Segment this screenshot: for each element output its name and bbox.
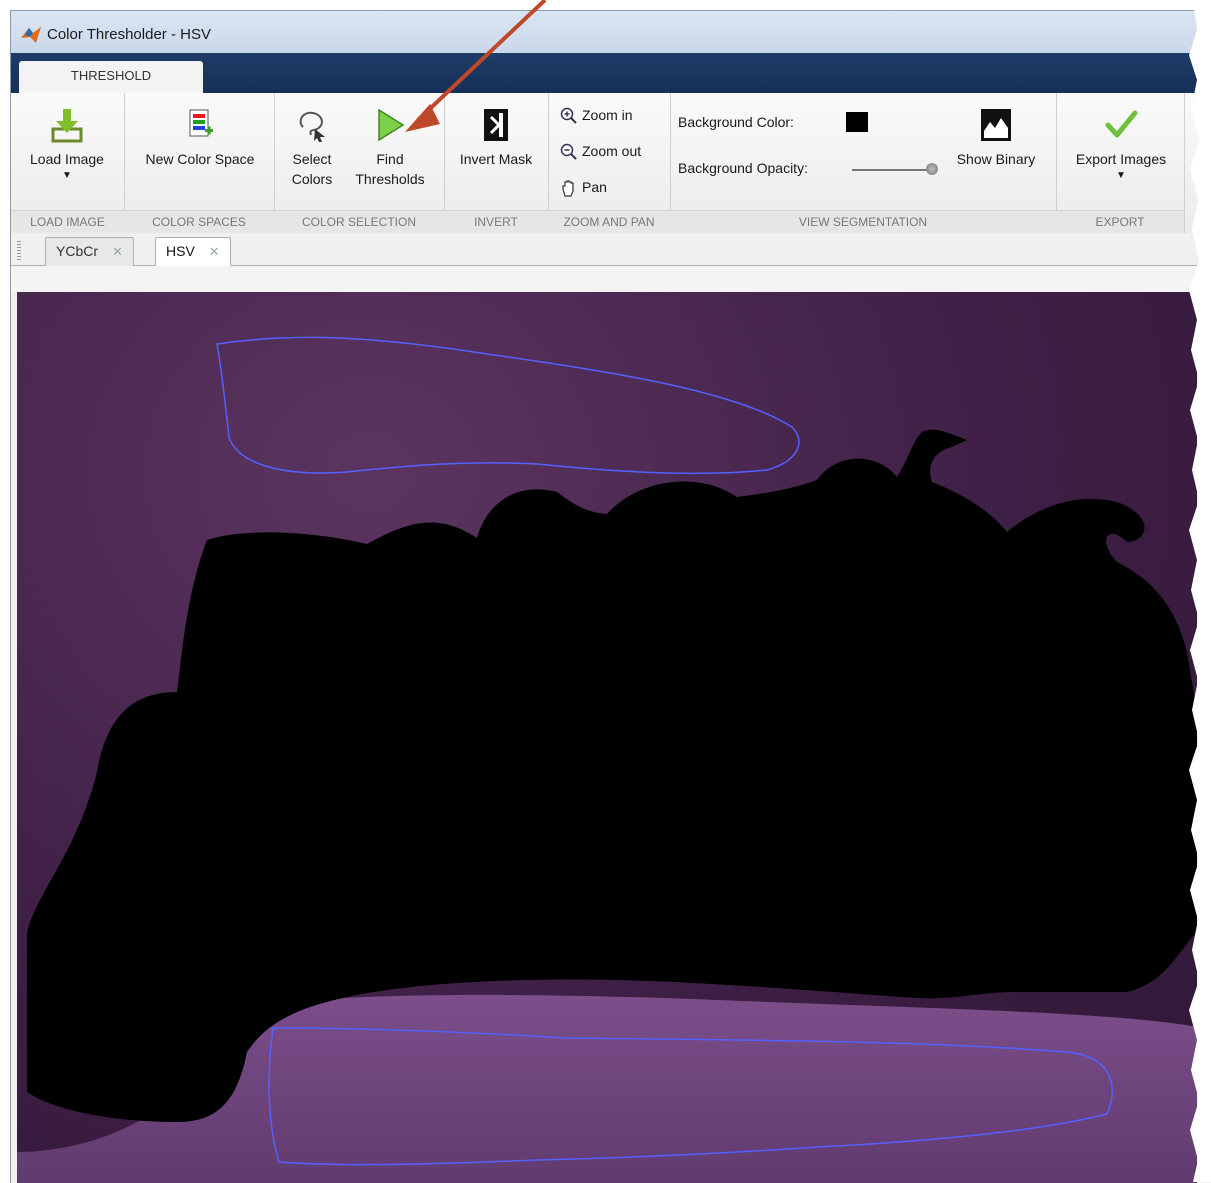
document-tabs: YCbCr ✕ HSV ✕ — [11, 233, 1211, 267]
doc-tab-label: YCbCr — [56, 243, 99, 259]
select-colors-button[interactable]: Select Colors — [282, 107, 342, 189]
doc-tab-label: HSV — [166, 243, 195, 259]
doc-tab-hsv[interactable]: HSV ✕ — [155, 237, 231, 267]
find-thresholds-label-1: Find — [376, 151, 404, 167]
new-color-space-label: New Color Space — [145, 151, 255, 167]
load-image-icon — [51, 109, 83, 143]
image-panel-header — [11, 266, 1211, 292]
pan-button[interactable]: Pan — [560, 175, 607, 199]
drag-grip-icon[interactable] — [17, 241, 21, 261]
section-zoom-and-pan: Zoom in Zoom out Pan ZOOM AND PAN — [548, 93, 671, 233]
binary-image-icon — [981, 109, 1011, 141]
segmented-image[interactable] — [17, 292, 1197, 1183]
section-label-export: EXPORT — [1056, 210, 1184, 233]
section-color-selection: Select Colors Find Thresholds COLOR SELE… — [274, 93, 445, 233]
invert-mask-button[interactable]: Invert Mask — [448, 107, 544, 169]
close-icon[interactable]: ✕ — [209, 244, 220, 259]
section-view-segmentation: Background Color: Background Opacity: Sh… — [670, 93, 1057, 233]
opacity-slider-thumb[interactable] — [926, 163, 938, 175]
section-label-color-spaces: COLOR SPACES — [124, 210, 274, 233]
chevron-down-icon: ▼ — [62, 170, 72, 181]
section-label-invert: INVERT — [444, 210, 548, 233]
opacity-slider[interactable] — [852, 163, 938, 175]
window-title: Color Thresholder - HSV — [47, 26, 211, 43]
zoom-out-button[interactable]: Zoom out — [560, 139, 641, 163]
export-images-label: Export Images — [1075, 151, 1167, 167]
roi-outline-top[interactable] — [216, 336, 800, 475]
ribbon-tabstrip: THRESHOLD — [11, 53, 1211, 93]
zoom-in-label: Zoom in — [582, 107, 633, 123]
background-opacity-label: Background Opacity: — [678, 160, 808, 176]
section-label-view-segmentation: VIEW SEGMENTATION — [670, 210, 1056, 233]
zoom-in-icon — [560, 108, 577, 125]
zoom-out-label: Zoom out — [582, 143, 642, 159]
section-export: Export Images ▼ EXPORT — [1056, 93, 1185, 233]
select-colors-label-1: Select — [292, 151, 332, 167]
show-binary-button[interactable]: Show Binary — [944, 107, 1048, 169]
play-icon — [378, 108, 405, 142]
segmentation-view — [17, 336, 1197, 1183]
close-icon[interactable]: ✕ — [112, 244, 123, 259]
color-thresholder-window: Color Thresholder - HSV THRESHOLD Load I… — [10, 10, 1211, 1183]
torn-edge — [1189, 0, 1211, 1182]
freehand-select-icon — [299, 111, 325, 142]
background-color-swatch[interactable] — [846, 112, 868, 132]
show-binary-label: Show Binary — [956, 151, 1036, 167]
section-load-image: Load Image ▼ LOAD IMAGE — [11, 93, 125, 233]
section-label-load-image: LOAD IMAGE — [11, 210, 124, 233]
section-color-spaces: New Color Space COLOR SPACES — [124, 93, 275, 233]
matlab-logo-icon — [21, 27, 41, 43]
background-color-label: Background Color: — [678, 114, 794, 130]
zoom-out-icon — [560, 144, 577, 161]
section-label-zoom-and-pan: ZOOM AND PAN — [548, 210, 670, 233]
load-image-button[interactable]: Load Image ▼ — [17, 107, 117, 183]
doc-tab-ycbcr[interactable]: YCbCr ✕ — [45, 237, 134, 266]
select-colors-label-2: Colors — [291, 171, 333, 187]
zoom-in-button[interactable]: Zoom in — [560, 103, 633, 127]
section-invert: Invert Mask INVERT — [444, 93, 549, 233]
pan-label: Pan — [582, 179, 607, 195]
chevron-down-icon: ▼ — [1116, 170, 1126, 181]
invert-mask-label: Invert Mask — [459, 151, 533, 167]
find-thresholds-button[interactable]: Find Thresholds — [348, 107, 432, 189]
export-images-button[interactable]: Export Images ▼ — [1062, 107, 1180, 183]
checkmark-icon — [1105, 110, 1138, 138]
hand-pan-icon — [562, 180, 574, 197]
invert-mask-icon — [484, 109, 508, 141]
new-color-space-button[interactable]: New Color Space — [130, 107, 270, 169]
find-thresholds-label-2: Thresholds — [355, 171, 425, 187]
load-image-label: Load Image — [30, 151, 104, 167]
new-color-space-icon — [189, 109, 213, 137]
toolstrip: Load Image ▼ LOAD IMAGE New Color Space … — [11, 93, 1211, 234]
tab-threshold[interactable]: THRESHOLD — [19, 61, 203, 93]
section-label-color-selection: COLOR SELECTION — [274, 210, 444, 233]
title-bar: Color Thresholder - HSV — [11, 11, 1211, 55]
